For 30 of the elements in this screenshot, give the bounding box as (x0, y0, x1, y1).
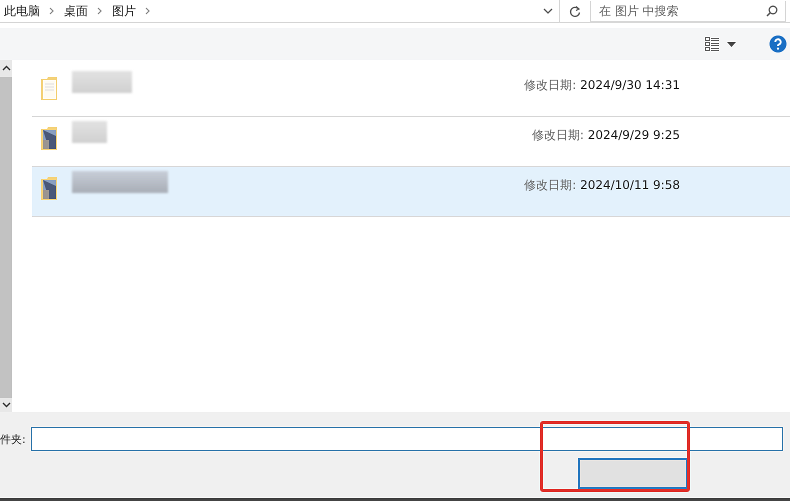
folder-icon (40, 75, 58, 102)
folder-name-field[interactable] (31, 427, 783, 451)
refresh-icon[interactable] (569, 4, 581, 18)
breadcrumb-item[interactable]: 桌面 (64, 2, 88, 20)
modified-date: 修改日期: 2024/10/11 9:58 (524, 177, 680, 194)
breadcrumb-item[interactable]: 图片 (112, 2, 136, 20)
redacted-name (72, 71, 132, 93)
dropdown-caret-icon[interactable] (727, 42, 736, 46)
scrollbar[interactable] (0, 60, 12, 412)
image-folder-icon (40, 125, 58, 152)
redacted-name (72, 121, 107, 143)
dialog-button[interactable] (578, 458, 688, 489)
file-row[interactable]: 修改日期: 2024/9/30 14:31 (32, 60, 790, 117)
details-view-icon[interactable] (704, 36, 720, 52)
modified-date: 修改日期: 2024/9/30 14:31 (524, 77, 680, 94)
chevron-right-icon[interactable] (49, 7, 54, 15)
chevron-right-icon[interactable] (97, 7, 102, 15)
breadcrumb-item[interactable]: 此电脑 (4, 2, 40, 20)
chevron-down-icon[interactable] (543, 8, 553, 14)
scroll-up-icon[interactable] (2, 65, 10, 71)
address-bar[interactable]: 此电脑 桌面 图片 (0, 0, 560, 22)
search-field[interactable]: 在 图片 中搜索 (590, 0, 786, 22)
help-icon[interactable] (769, 35, 787, 53)
search-icon[interactable] (766, 4, 778, 16)
field-label: 件夹: (0, 432, 27, 446)
file-row[interactable]: 修改日期: 2024/10/11 9:58 (32, 167, 790, 217)
modified-date: 修改日期: 2024/9/29 9:25 (532, 127, 680, 144)
scroll-down-icon[interactable] (2, 402, 10, 408)
chevron-right-icon[interactable] (145, 7, 150, 15)
image-folder-icon (40, 175, 58, 202)
